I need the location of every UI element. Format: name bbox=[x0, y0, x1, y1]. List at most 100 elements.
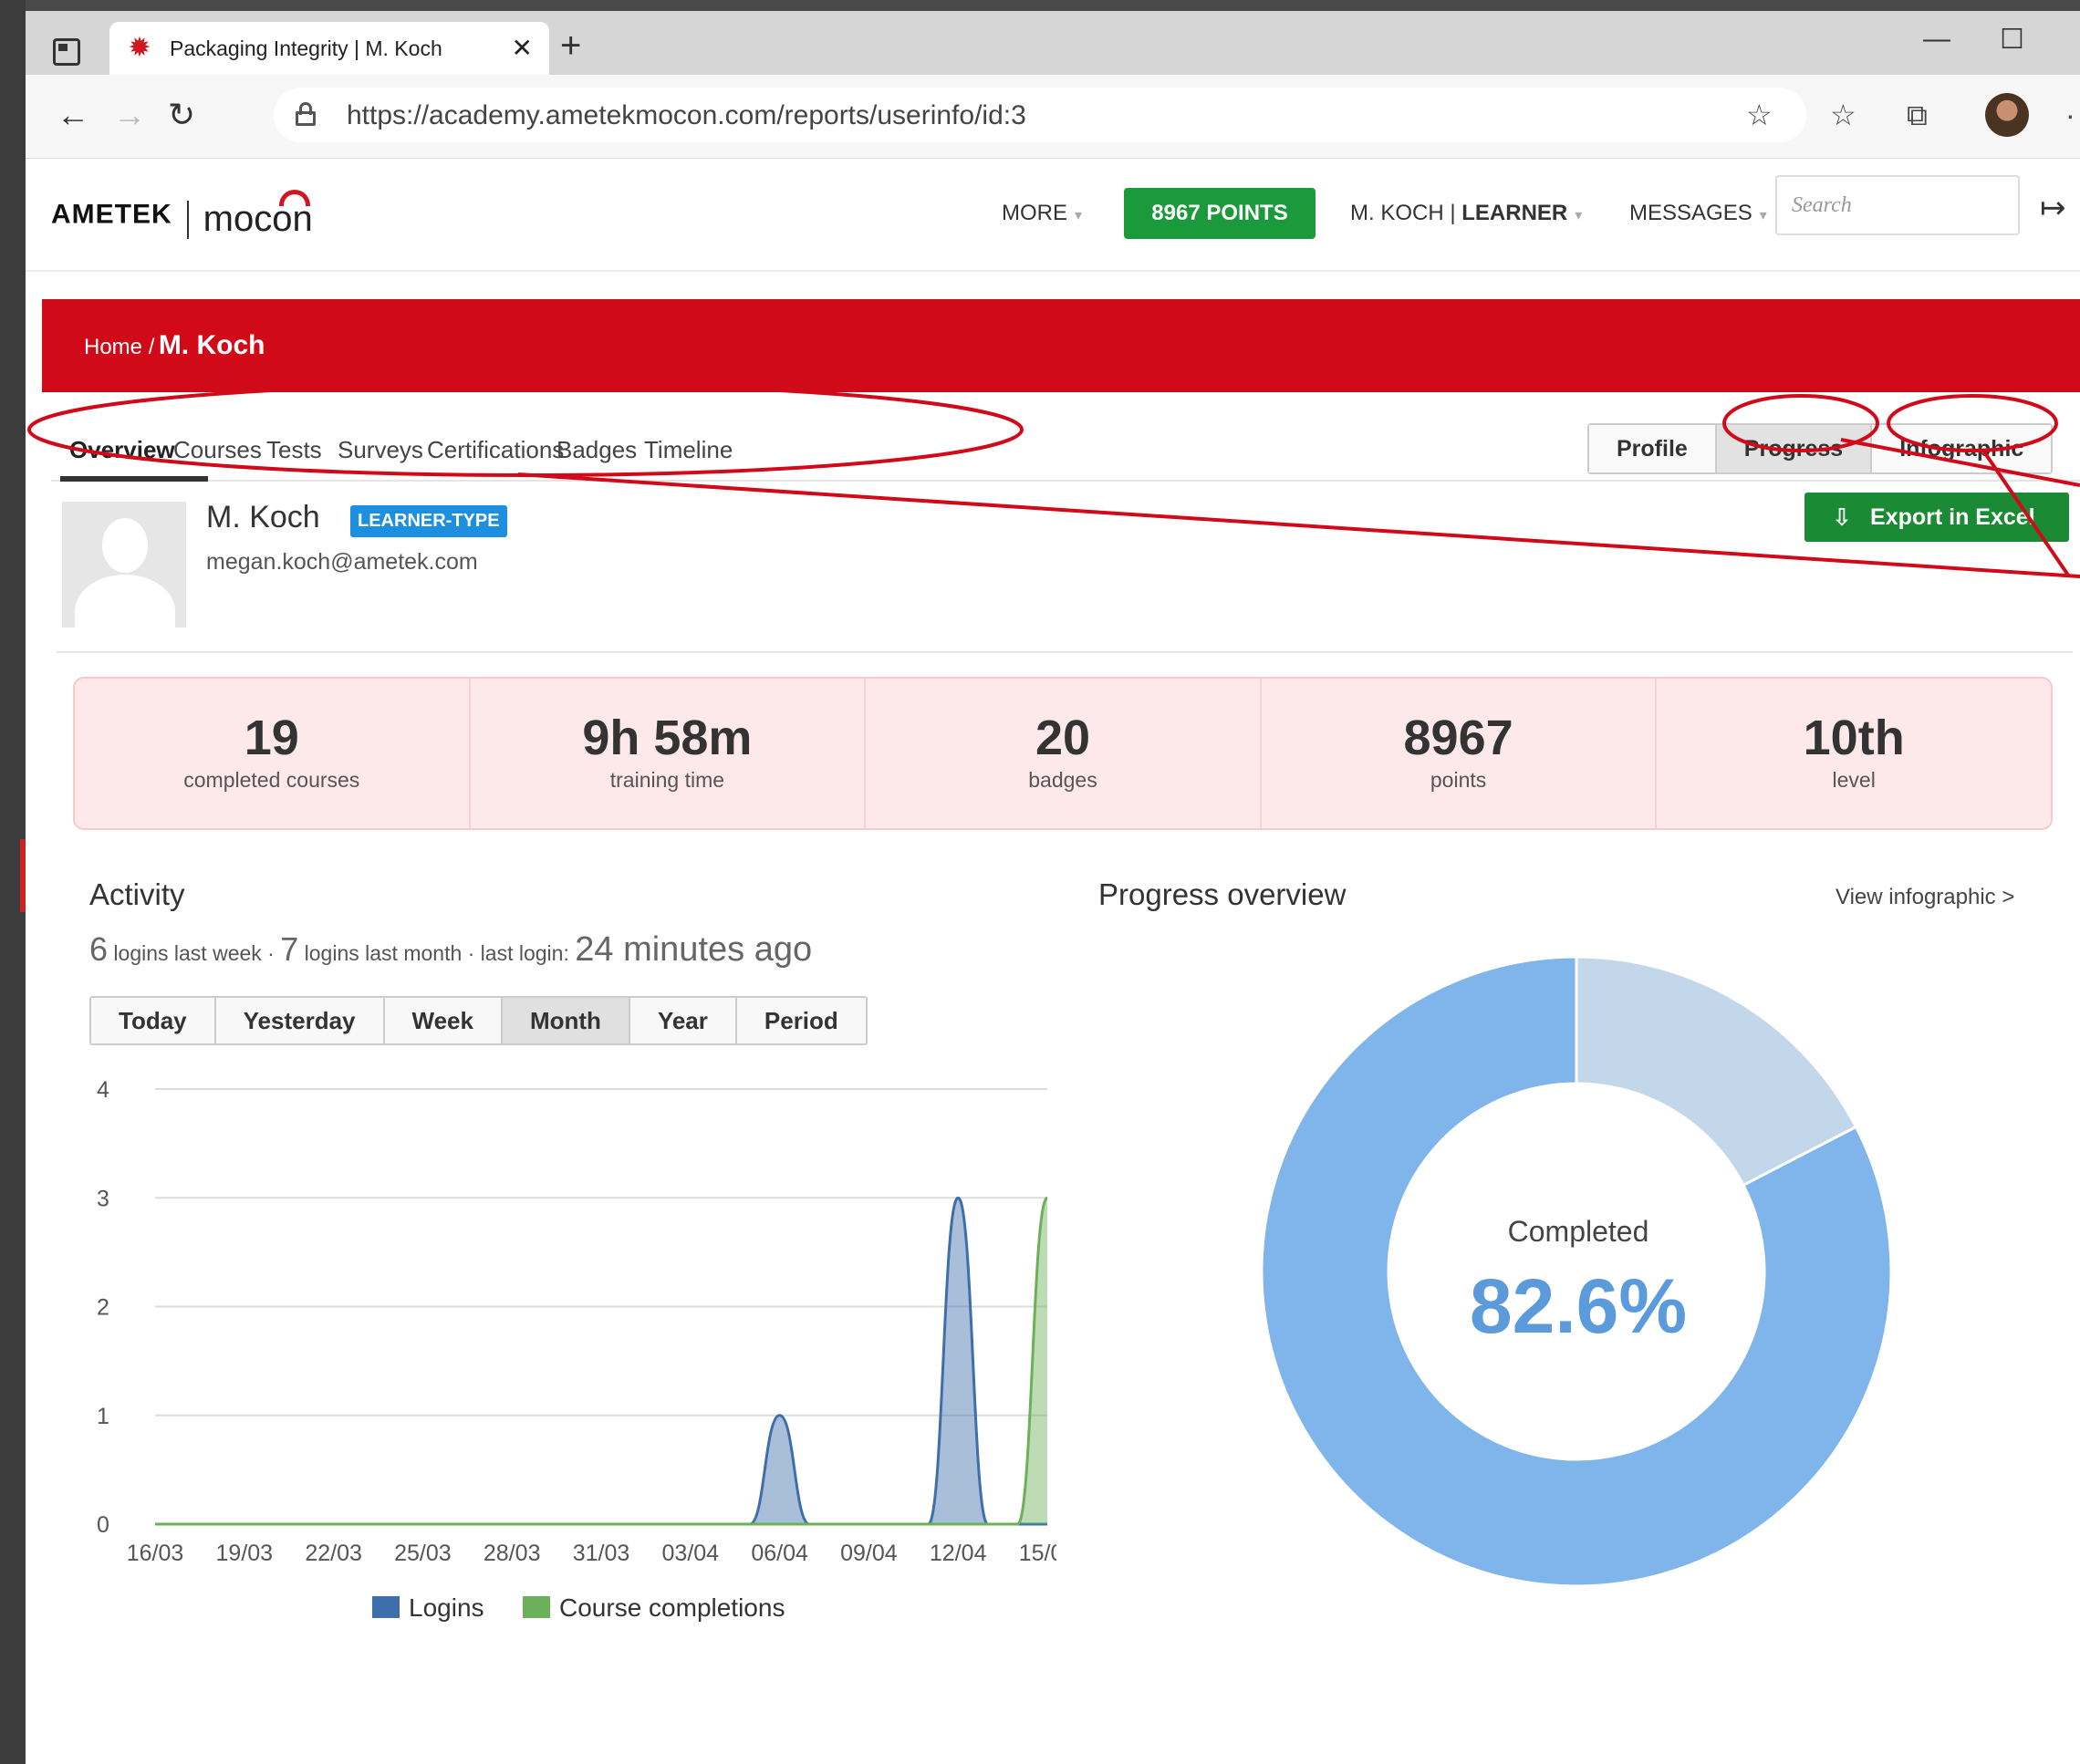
stat-badges: 20 badges bbox=[866, 679, 1262, 828]
stat-training-time: 9h 58m training time bbox=[471, 679, 867, 828]
more-menu[interactable]: MORE ▾ bbox=[1002, 201, 1082, 226]
site-header: AMETEK mocon MORE ▾ 8967 POINTS M. KOCH | … bbox=[26, 159, 2080, 272]
browser-tab[interactable]: ✹ Packaging Integrity | M. Koch ✕ bbox=[109, 22, 549, 75]
range-month[interactable]: Month bbox=[502, 998, 630, 1043]
stat-label: completed courses bbox=[183, 768, 360, 792]
series-line-0 bbox=[154, 1196, 1048, 1526]
range-week[interactable]: Week bbox=[384, 998, 503, 1043]
logo-arc-icon bbox=[279, 190, 310, 206]
stat-value: 9h 58m bbox=[582, 711, 753, 765]
stat-label: points bbox=[1430, 768, 1487, 792]
profile-avatar-icon[interactable] bbox=[1985, 93, 2029, 137]
tab-actions-icon[interactable] bbox=[53, 38, 80, 66]
range-selector: Today Yesterday Week Month Year Period bbox=[89, 996, 868, 1045]
legend-label[interactable]: Course completions bbox=[559, 1593, 785, 1622]
stat-label: level bbox=[1832, 768, 1876, 792]
profile-button[interactable]: Profile bbox=[1589, 425, 1717, 472]
export-excel-button[interactable]: ⇩ Export in Excel bbox=[1804, 493, 2069, 542]
messages-label: MESSAGES bbox=[1629, 201, 1752, 225]
logout-icon[interactable]: ↦ bbox=[2040, 190, 2066, 226]
search-input[interactable]: Search bbox=[1775, 175, 2020, 235]
x-tick-label: 06/04 bbox=[751, 1541, 808, 1566]
add-favorite-icon[interactable]: ☆ bbox=[1746, 99, 1773, 131]
tab-overview[interactable]: Overview bbox=[69, 436, 175, 464]
legend-swatch-0[interactable] bbox=[372, 1596, 400, 1618]
x-tick-label: 31/03 bbox=[573, 1541, 630, 1566]
logins-week-label: logins last week · bbox=[113, 941, 275, 965]
tab-badges[interactable]: Badges bbox=[556, 436, 637, 464]
address-bar: ← → ↻ https://academy.ametekmocon.com/re… bbox=[26, 75, 2080, 159]
tab-certifications[interactable]: Certifications bbox=[427, 436, 564, 464]
y-tick-label: 2 bbox=[97, 1295, 109, 1321]
last-login-value: 24 minutes ago bbox=[575, 930, 813, 969]
stat-value: 10th bbox=[1803, 711, 1905, 765]
favorites-icon[interactable]: ☆ bbox=[1830, 99, 1856, 131]
lock-icon[interactable] bbox=[296, 102, 316, 126]
tab-close-icon[interactable]: ✕ bbox=[512, 33, 533, 63]
site-logo[interactable]: AMETEK mocon bbox=[51, 190, 313, 240]
favicon-gear-icon: ✹ bbox=[128, 33, 151, 63]
stat-label: badges bbox=[1028, 768, 1097, 792]
x-tick-label: 16/03 bbox=[127, 1541, 184, 1566]
export-icon: ⇩ bbox=[1832, 503, 1852, 531]
stat-value: 19 bbox=[244, 711, 299, 765]
breadcrumb-home[interactable]: Home / bbox=[84, 335, 154, 359]
legend-label[interactable]: Logins bbox=[409, 1593, 484, 1622]
activity-title: Activity bbox=[89, 877, 185, 911]
back-icon[interactable]: ← bbox=[57, 97, 89, 133]
series-line-1 bbox=[154, 1196, 1049, 1526]
profile-name: M. Koch bbox=[206, 500, 320, 534]
x-tick-label: 28/03 bbox=[484, 1541, 541, 1566]
forward-icon[interactable]: → bbox=[113, 97, 146, 133]
learner-type-badge[interactable]: LEARNER-TYPE bbox=[350, 505, 507, 537]
tab-title: Packaging Integrity | M. Koch bbox=[170, 36, 442, 60]
new-tab-icon[interactable]: + bbox=[560, 27, 581, 64]
tab-courses[interactable]: Courses bbox=[173, 436, 262, 464]
range-year[interactable]: Year bbox=[629, 998, 737, 1043]
collections-icon[interactable]: ⧉ bbox=[1907, 99, 1928, 131]
x-tick-label: 09/04 bbox=[840, 1541, 898, 1566]
view-switcher: Profile Progress Infographic bbox=[1587, 423, 2054, 474]
donut-center-label: Completed bbox=[1507, 1215, 1649, 1248]
range-period[interactable]: Period bbox=[736, 998, 866, 1043]
logo-ametek: AMETEK bbox=[51, 199, 172, 230]
x-tick-label: 12/04 bbox=[930, 1541, 987, 1566]
tab-tests[interactable]: Tests bbox=[266, 436, 322, 464]
breadcrumb-current: M. Koch bbox=[158, 330, 265, 360]
logins-week-count: 6 bbox=[89, 930, 109, 968]
range-yesterday[interactable]: Yesterday bbox=[215, 998, 385, 1043]
messages-menu[interactable]: MESSAGES ▾ bbox=[1629, 201, 1767, 226]
window-frame-top bbox=[0, 0, 2080, 11]
maximize-icon[interactable]: ☐ bbox=[2000, 24, 2024, 56]
view-infographic-link[interactable]: View infographic > bbox=[1836, 885, 2014, 910]
stat-points: 8967 points bbox=[1262, 679, 1658, 828]
x-tick-label: 22/03 bbox=[305, 1541, 362, 1566]
stat-value: 20 bbox=[1035, 711, 1091, 765]
series-area-1 bbox=[155, 1198, 1047, 1524]
reload-icon[interactable]: ↻ bbox=[168, 97, 195, 133]
legend-swatch-1[interactable] bbox=[523, 1596, 550, 1618]
user-menu[interactable]: M. KOCH | LEARNER ▾ bbox=[1350, 201, 1582, 226]
url-field[interactable]: https://academy.ametekmocon.com/reports/… bbox=[274, 88, 1806, 142]
tab-timeline[interactable]: Timeline bbox=[644, 436, 733, 464]
breadcrumb-bar: Home / M. Koch bbox=[42, 299, 2080, 392]
logins-month-count: 7 bbox=[280, 930, 299, 968]
stat-label: training time bbox=[609, 768, 725, 792]
logins-month-label: logins last month · last login: bbox=[304, 941, 569, 965]
activity-summary: 6 logins last week · 7 logins last month… bbox=[89, 930, 812, 970]
minimize-icon[interactable]: — bbox=[1923, 24, 1950, 55]
breadcrumb: Home / M. Koch bbox=[84, 330, 265, 361]
y-tick-label: 1 bbox=[97, 1404, 109, 1429]
infographic-button[interactable]: Infographic bbox=[1872, 425, 2052, 472]
tab-surveys[interactable]: Surveys bbox=[338, 436, 423, 464]
stat-value: 8967 bbox=[1403, 711, 1513, 765]
points-button[interactable]: 8967 POINTS bbox=[1124, 188, 1316, 239]
stat-completed-courses: 19 completed courses bbox=[75, 679, 471, 828]
range-today[interactable]: Today bbox=[91, 998, 216, 1043]
y-tick-label: 3 bbox=[97, 1186, 109, 1211]
stats-panel: 19 completed courses 9h 58m training time … bbox=[73, 677, 2053, 830]
browser-window: ✹ Packaging Integrity | M. Koch ✕ + — ☐ … bbox=[26, 11, 2080, 1764]
settings-more-icon[interactable]: · bbox=[2065, 99, 2075, 131]
progress-button[interactable]: Progress bbox=[1716, 425, 1873, 472]
tab-strip: ✹ Packaging Integrity | M. Koch ✕ + — ☐ bbox=[26, 11, 2080, 75]
